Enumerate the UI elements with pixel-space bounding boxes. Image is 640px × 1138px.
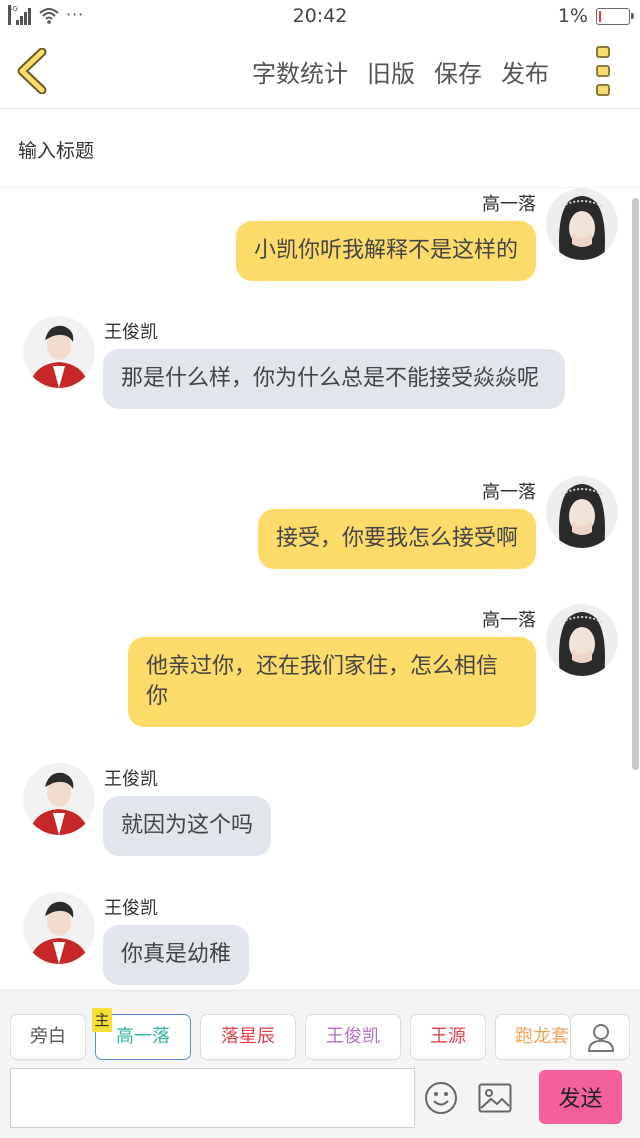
speaker-name: 王俊凯 (104, 322, 158, 343)
message-bubble[interactable]: 就因为这个吗 (103, 796, 272, 856)
person-icon (587, 1024, 615, 1052)
chat-scrollbar[interactable] (632, 198, 639, 770)
battery-icon (596, 7, 634, 25)
message-bubble[interactable]: 他亲过你，还在我们家住，怎么相信你 (128, 637, 536, 727)
role-chip-wang-yuan[interactable]: 王源 (410, 1014, 486, 1060)
chevron-left-icon (17, 47, 47, 95)
save-button[interactable]: 保存 (434, 54, 482, 89)
status-time: 20:42 (292, 5, 348, 27)
girl-avatar[interactable] (546, 604, 618, 676)
role-chip-wang-junkai[interactable]: 王俊凯 (305, 1014, 401, 1060)
word-count-button[interactable]: 字数统计 (252, 54, 348, 89)
send-button[interactable]: 发送 (539, 1070, 622, 1124)
add-role-button[interactable] (570, 1014, 630, 1060)
message-input[interactable] (10, 1068, 415, 1128)
chat-area[interactable]: 高一落 小凯你听我解释不是这样的 王俊凯 那是什么样，你为什么总是不能接受焱焱呢… (0, 188, 640, 990)
emoji-icon[interactable] (424, 1081, 458, 1115)
role-chip-narrator[interactable]: 旁白 (10, 1014, 86, 1060)
speaker-name: 王俊凯 (104, 898, 158, 919)
title-row (0, 110, 640, 188)
editor-toolbar: 字数统计 旧版 保存 发布 (0, 32, 640, 109)
speaker-name: 高一落 (482, 482, 536, 503)
speaker-name: 王俊凯 (104, 769, 158, 790)
battery-percent: 1% (557, 5, 588, 27)
main-role-badge: 主 (92, 1008, 112, 1032)
message-bubble[interactable]: 接受，你要我怎么接受啊 (257, 509, 536, 569)
composer-panel: 旁白 高一落 主 落星辰 王俊凯 王源 跑龙套 发送 (0, 990, 640, 1138)
role-chip-luo-xingchen[interactable]: 落星辰 (200, 1014, 296, 1060)
title-input[interactable] (18, 136, 618, 166)
image-icon[interactable] (478, 1083, 512, 1113)
speaker-name: 高一落 (482, 610, 536, 631)
girl-avatar[interactable] (546, 476, 618, 548)
more-vertical-icon[interactable] (596, 46, 614, 96)
boy-avatar[interactable] (23, 316, 95, 388)
old-version-button[interactable]: 旧版 (367, 54, 415, 89)
boy-avatar[interactable] (23, 763, 95, 835)
girl-avatar[interactable] (546, 188, 618, 260)
speaker-name: 高一落 (482, 194, 536, 215)
message-bubble[interactable]: 你真是幼稚 (103, 925, 250, 985)
message-bubble[interactable]: 小凯你听我解释不是这样的 (235, 221, 536, 281)
publish-button[interactable]: 发布 (501, 54, 549, 89)
status-bar: 4G ··· 20:42 1% (0, 0, 640, 32)
back-button[interactable] (12, 47, 56, 95)
role-chip-extra[interactable]: 跑龙套 (495, 1014, 571, 1060)
boy-avatar[interactable] (23, 892, 95, 964)
message-bubble[interactable]: 那是什么样，你为什么总是不能接受焱焱呢 (103, 349, 565, 409)
